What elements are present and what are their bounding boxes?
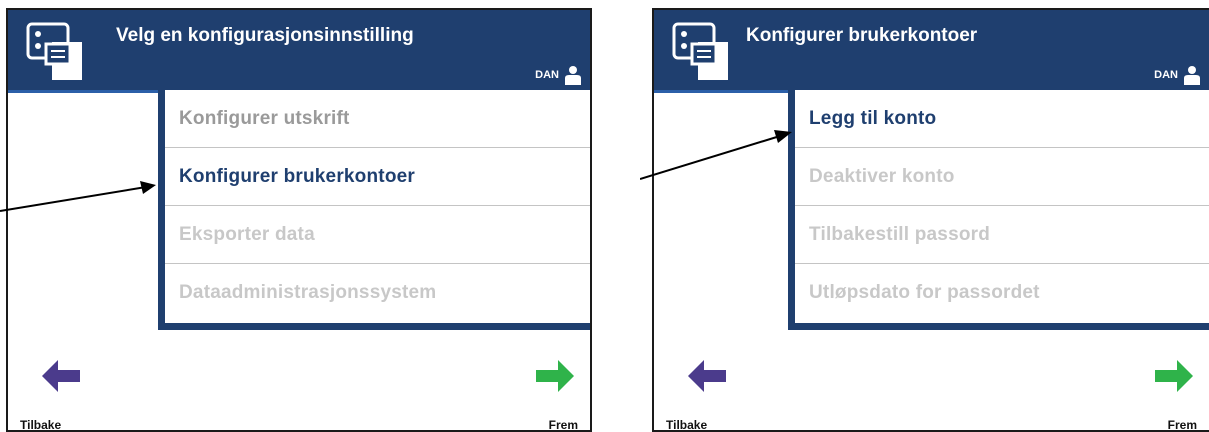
config-menu: Konfigurer utskrift Konfigurer brukerkon… xyxy=(158,90,590,330)
menu-item-reset-password[interactable]: Tilbakestill passord xyxy=(795,206,1209,264)
back-label: Tilbake xyxy=(666,418,708,432)
back-label: Tilbake xyxy=(20,418,62,432)
settings-card-icon xyxy=(672,22,728,80)
menu-item-password-expiry[interactable]: Utløpsdato for passordet xyxy=(795,264,1209,322)
forward-arrow-icon[interactable] xyxy=(1153,358,1195,394)
menu-item-print[interactable]: Konfigurer utskrift xyxy=(165,90,590,148)
page-title: Konfigurer brukerkontoer xyxy=(746,25,978,46)
forward-arrow-icon[interactable] xyxy=(534,358,576,394)
header-bar: Velg en konfigurasjonsinnstilling DAN xyxy=(8,10,590,93)
callout-arrow xyxy=(640,130,792,180)
settings-card-icon xyxy=(26,22,82,80)
user-icon xyxy=(1184,66,1200,85)
user-indicator[interactable]: DAN xyxy=(535,65,582,85)
header-bar: Konfigurer brukerkontoer DAN xyxy=(654,10,1209,93)
menu-item-deactivate-account[interactable]: Deaktiver konto xyxy=(795,148,1209,206)
forward-label: Frem xyxy=(548,418,578,432)
menu-item-export-data[interactable]: Eksporter data xyxy=(165,206,590,264)
menu-item-user-accounts[interactable]: Konfigurer brukerkontoer xyxy=(165,148,590,206)
config-screen: Velg en konfigurasjonsinnstilling DAN Ko… xyxy=(6,8,592,432)
user-indicator[interactable]: DAN xyxy=(1154,65,1201,85)
forward-label: Frem xyxy=(1167,418,1197,432)
user-accounts-screen: Konfigurer brukerkontoer DAN Legg til ko… xyxy=(652,8,1209,432)
user-icon xyxy=(565,66,581,85)
back-arrow-icon[interactable] xyxy=(686,358,728,394)
user-name: DAN xyxy=(535,69,559,81)
menu-item-data-management[interactable]: Dataadministrasjonssystem xyxy=(165,264,590,322)
back-arrow-icon[interactable] xyxy=(40,358,82,394)
page-title: Velg en konfigurasjonsinnstilling xyxy=(116,25,414,46)
accounts-menu: Legg til konto Deaktiver konto Tilbakest… xyxy=(788,90,1209,330)
menu-item-add-account[interactable]: Legg til konto xyxy=(795,90,1209,148)
user-name: DAN xyxy=(1154,69,1178,81)
callout-arrow xyxy=(0,181,156,212)
